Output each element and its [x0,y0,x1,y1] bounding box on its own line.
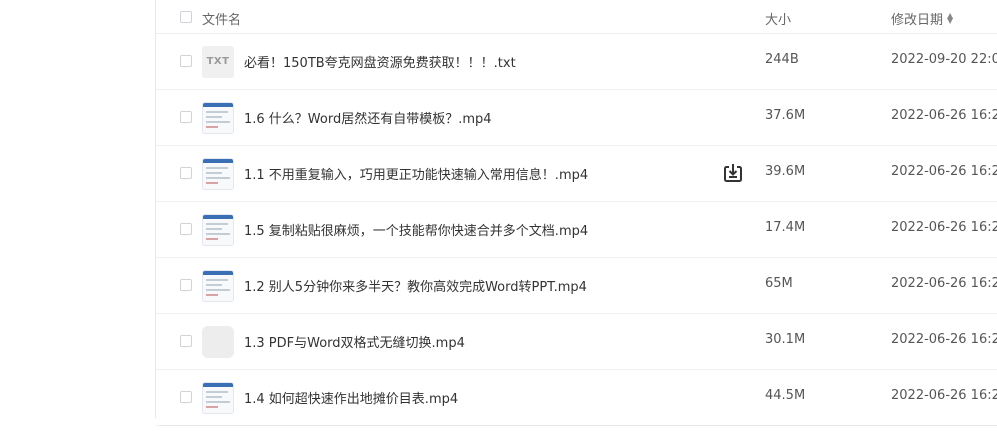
column-header-date[interactable]: 修改日期 ▲ ▼ [891,9,953,29]
file-size: 39.6M [765,164,806,179]
file-name[interactable]: 1.2 别人5分钟你来多半天？教你高效完成Word转PPT.mp4 [244,276,587,295]
file-size: 30.1M [765,332,806,347]
file-row-checkbox[interactable] [180,167,192,179]
file-list: 文件名 大小 修改日期 ▲ ▼ TXT 必看！150TB夸克网盘资源免费获取！！！.t… [156,0,997,441]
file-modified-date: 2022-06-26 16:2 [891,164,997,179]
column-header-date-label: 修改日期 [891,13,944,28]
video-thumbnail [202,214,234,246]
file-name[interactable]: 1.4 如何超快速作出地摊价目表.mp4 [244,388,458,407]
file-size: 44.5M [765,388,806,403]
download-icon[interactable] [722,162,744,184]
video-thumbnail [202,382,234,414]
txt-file-icon: TXT [202,46,234,78]
file-modified-date: 2022-06-26 16:2 [891,388,997,403]
column-header-name[interactable]: 文件名 [202,9,241,28]
file-modified-date: 2022-06-26 16:2 [891,108,997,123]
column-header-size[interactable]: 大小 [765,9,791,28]
video-thumbnail [202,270,234,302]
select-all-checkbox[interactable] [180,11,192,23]
file-row[interactable]: 1.2 别人5分钟你来多半天？教你高效完成Word转PPT.mp4 65M 2022… [156,257,997,314]
file-size: 37.6M [765,108,806,123]
video-thumbnail [202,102,234,134]
file-row[interactable]: 1.5 复制粘贴很麻烦，一个技能帮你快速合并多个文档.mp4 17.4M 2022-… [156,201,997,258]
left-pane [0,0,155,441]
video-thumbnail-placeholder [202,326,234,358]
file-name[interactable]: 1.5 复制粘贴很麻烦，一个技能帮你快速合并多个文档.mp4 [244,220,588,239]
file-row-checkbox[interactable] [180,391,192,403]
file-row-checkbox[interactable] [180,55,192,67]
file-size: 244B [765,52,799,67]
list-bottom-divider [160,425,997,426]
file-modified-date: 2022-09-20 22:0 [891,52,997,67]
file-name[interactable]: 1.3 PDF与Word双格式无缝切换.mp4 [244,332,465,351]
file-row[interactable]: 1.6 什么？Word居然还有自带模板？.mp4 37.6M 2022-06-26 … [156,89,997,146]
file-row-checkbox[interactable] [180,279,192,291]
file-row[interactable]: TXT 必看！150TB夸克网盘资源免费获取！！！.txt 244B 2022-09-… [156,33,997,90]
file-modified-date: 2022-06-26 16:2 [891,276,997,291]
file-row[interactable]: 1.3 PDF与Word双格式无缝切换.mp4 30.1M 2022-06-26 1… [156,313,997,370]
file-row-checkbox[interactable] [180,223,192,235]
file-name[interactable]: 1.6 什么？Word居然还有自带模板？.mp4 [244,108,492,127]
video-thumbnail [202,158,234,190]
file-row-checkbox[interactable] [180,335,192,347]
file-size: 17.4M [765,220,806,235]
file-list-header: 文件名 大小 修改日期 ▲ ▼ [156,0,997,34]
file-name[interactable]: 必看！150TB夸克网盘资源免费获取！！！.txt [244,52,516,71]
file-modified-date: 2022-06-26 16:2 [891,332,997,347]
file-size: 65M [765,276,793,291]
file-row[interactable]: 1.1 不用重复输入，巧用更正功能快速输入常用信息！.mp4 39.6M 2022-… [156,145,997,202]
sort-updown-icon[interactable]: ▲ ▼ [947,12,953,25]
file-row-checkbox[interactable] [180,111,192,123]
file-name[interactable]: 1.1 不用重复输入，巧用更正功能快速输入常用信息！.mp4 [244,164,588,183]
file-modified-date: 2022-06-26 16:2 [891,220,997,235]
file-row[interactable]: 1.4 如何超快速作出地摊价目表.mp4 44.5M 2022-06-26 16:2 [156,369,997,426]
